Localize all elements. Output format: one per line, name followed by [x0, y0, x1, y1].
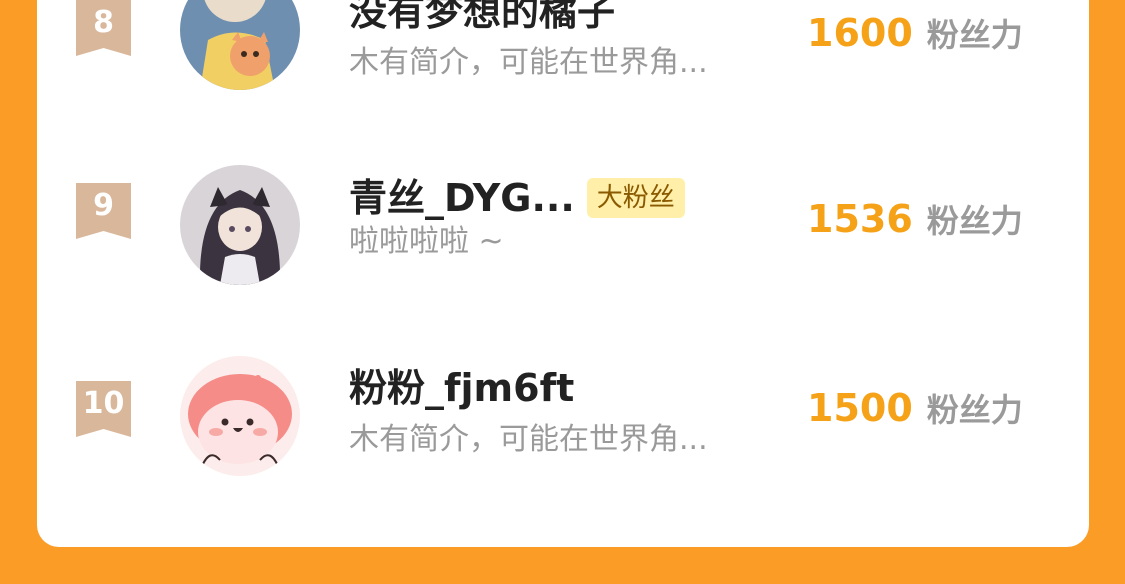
score: 1500 粉丝力 — [807, 385, 1023, 431]
user-name[interactable]: 没有梦想的橘子 — [349, 0, 615, 35]
user-name[interactable]: 青丝_DYG... — [349, 175, 575, 221]
ranking-row[interactable]: 9 青丝_DYG... 大粉丝 啦啦啦啦 ~ 1536 粉丝力 — [37, 152, 1089, 322]
user-name[interactable]: 粉粉_fjm6ft — [349, 365, 574, 411]
rank-number: 9 — [93, 188, 114, 223]
rank-number: 8 — [93, 5, 114, 40]
avatar[interactable] — [180, 165, 300, 285]
user-bio: 木有简介，可能在世界角... — [349, 422, 708, 457]
score-value: 1536 — [807, 197, 913, 241]
fan-level-badge: 大粉丝 — [586, 178, 685, 218]
name-line: 粉粉_fjm6ft — [349, 363, 574, 413]
score-unit: 粉丝力 — [926, 16, 1023, 54]
avatar-pink-blob-icon — [180, 356, 300, 476]
avatar[interactable] — [180, 356, 300, 476]
user-bio: 木有简介，可能在世界角... — [349, 45, 708, 80]
rank-number: 10 — [82, 386, 125, 421]
score-value: 1600 — [807, 11, 913, 55]
ranking-row[interactable]: 10 粉粉_fjm6ft 木有简介，可能在世界角... 1500 粉丝力 — [37, 343, 1089, 513]
name-line: 没有梦想的橘子 — [349, 0, 615, 37]
ranking-row[interactable]: 8 没有梦想的橘子 木有简介，可能在世界角... 1600 粉丝力 — [37, 0, 1089, 140]
ranking-card: 8 没有梦想的橘子 木有简介，可能在世界角... 1600 粉丝力 9 青丝_D… — [37, 0, 1089, 547]
rank-badge: 9 — [76, 183, 131, 239]
name-line: 青丝_DYG... 大粉丝 — [349, 173, 685, 223]
score-unit: 粉丝力 — [926, 202, 1023, 240]
score-value: 1500 — [807, 386, 913, 430]
score-unit: 粉丝力 — [926, 391, 1023, 429]
score: 1600 粉丝力 — [807, 10, 1023, 56]
rank-badge: 8 — [76, 0, 131, 56]
avatar[interactable] — [180, 0, 300, 90]
score: 1536 粉丝力 — [807, 196, 1023, 242]
avatar-girl-with-cat-icon — [180, 0, 300, 90]
user-bio: 啦啦啦啦 ~ — [349, 224, 504, 259]
rank-badge: 10 — [76, 381, 131, 437]
avatar-anime-girl-icon — [180, 165, 300, 285]
